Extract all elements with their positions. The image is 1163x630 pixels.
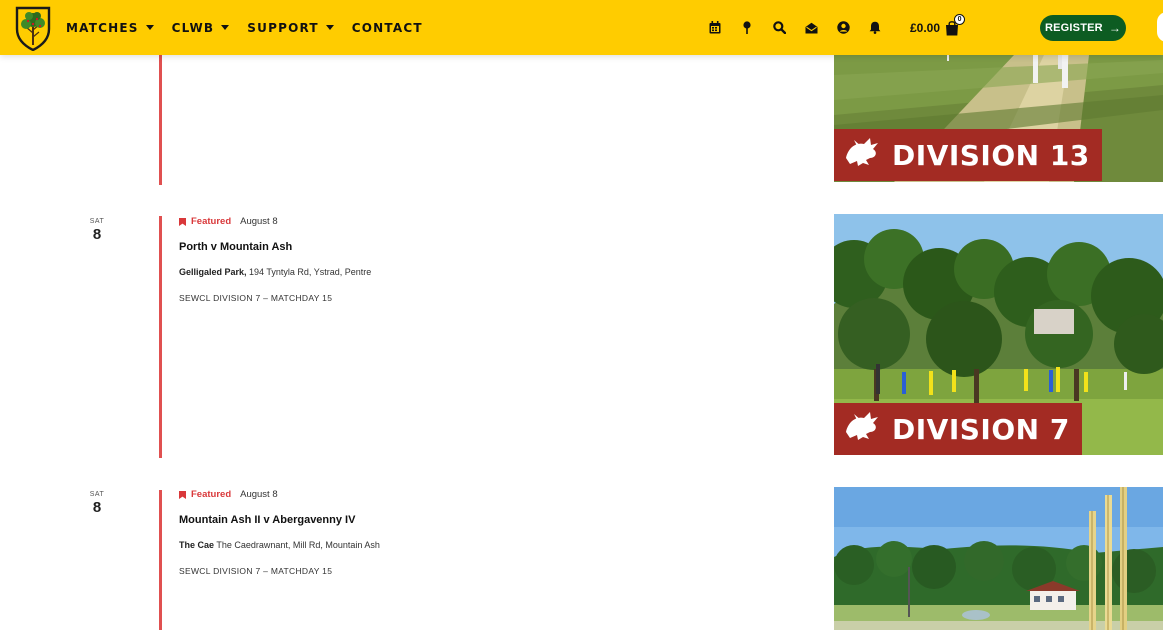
venue-address: 194 Tyntyla Rd, Ystrad, Pentre	[249, 267, 372, 277]
event-image[interactable]	[834, 487, 1163, 630]
division-banner-text: DIVISION 7	[892, 412, 1070, 446]
event-item: SAT 8 Featured August 8 Mountain Ash II …	[0, 465, 1163, 630]
search-icon[interactable]	[772, 21, 786, 35]
division-banner: DIVISION 7	[834, 403, 1082, 455]
venue-name: The Cae	[179, 540, 215, 550]
event-category: SEWCL DIVISION 7 – MATCHDAY 15	[179, 293, 333, 303]
header-icon-bar	[708, 0, 900, 55]
event-divider-rule	[159, 55, 162, 185]
register-button[interactable]: REGISTER →	[1040, 15, 1126, 41]
site-header: MATCHES CLWB SUPPORT CONTACT £0.00 0 REG…	[0, 0, 1163, 55]
event-divider-rule	[159, 216, 162, 458]
venue-name: Gelligaled Park,	[179, 267, 247, 277]
event-details: Featured August 8 Mountain Ash II v Aber…	[179, 489, 380, 576]
main-nav: MATCHES CLWB SUPPORT CONTACT	[66, 0, 441, 55]
bookmark-flag-icon	[179, 490, 186, 499]
club-crest-logo[interactable]	[14, 5, 52, 52]
featured-label: Featured	[191, 216, 232, 227]
featured-label: Featured	[191, 489, 232, 500]
event-item: SAT 8 Featured August 8 Porth v Mountain…	[0, 190, 1163, 465]
event-meta: Featured August 8	[179, 216, 371, 227]
chevron-down-icon	[145, 25, 154, 30]
event-venue: The Cae The Caedrawnant, Mill Rd, Mounta…	[179, 540, 380, 550]
nav-clwb[interactable]: CLWB	[172, 21, 230, 35]
arrow-right-icon: →	[1108, 21, 1122, 35]
division-banner-text: DIVISION 13	[892, 138, 1090, 172]
calendar-icon[interactable]	[708, 21, 722, 35]
event-meta: Featured August 8	[179, 489, 380, 500]
event-day-number: 8	[92, 499, 102, 516]
user-icon[interactable]	[836, 21, 850, 35]
event-day-number: 8	[92, 226, 102, 243]
event-date: SAT 8	[80, 491, 114, 516]
nav-clwb-label: CLWB	[171, 20, 215, 35]
chevron-down-icon	[221, 25, 230, 30]
sewcl-dragon-icon	[846, 138, 878, 166]
sewcl-dragon-icon	[846, 412, 878, 440]
register-label: REGISTER	[1044, 22, 1103, 34]
event-details: Featured August 8 Porth v Mountain Ash G…	[179, 216, 371, 303]
bell-icon[interactable]	[868, 21, 882, 35]
shopping-bag-icon: 0	[945, 13, 966, 36]
event-date-text: August 8	[240, 489, 278, 500]
nav-support-label: SUPPORT	[247, 20, 319, 35]
header-edge-pill	[1157, 12, 1163, 42]
event-day-of-week: SAT	[89, 218, 105, 225]
event-venue: Gelligaled Park, 194 Tyntyla Rd, Ystrad,…	[179, 267, 371, 277]
chevron-down-icon	[325, 25, 334, 30]
nav-support[interactable]: SUPPORT	[247, 20, 334, 35]
event-divider-rule	[159, 490, 162, 630]
nav-matches[interactable]: MATCHES	[66, 21, 154, 35]
map-pin-icon[interactable]	[740, 21, 754, 35]
event-date-text: August 8	[240, 216, 278, 227]
cart-count-badge: 0	[954, 13, 966, 25]
nav-contact[interactable]: CONTACT	[352, 21, 423, 35]
event-image[interactable]: DIVISION 7	[834, 214, 1163, 455]
bookmark-flag-icon	[179, 217, 186, 226]
event-date: SAT 8	[80, 218, 114, 243]
event-title-link[interactable]: Mountain Ash II v Abergavenny IV	[179, 514, 380, 526]
nav-contact-label: CONTACT	[351, 20, 423, 35]
venue-address: The Caedrawnant, Mill Rd, Mountain Ash	[216, 540, 380, 550]
division-banner: DIVISION 13	[834, 129, 1102, 181]
cart-button[interactable]: £0.00 0	[910, 0, 966, 55]
event-title-link[interactable]: Porth v Mountain Ash	[179, 241, 371, 253]
event-image[interactable]: DIVISION 13	[834, 55, 1163, 182]
nav-matches-label: MATCHES	[66, 20, 139, 35]
event-category: SEWCL DIVISION 7 – MATCHDAY 15	[179, 566, 333, 576]
envelope-icon[interactable]	[804, 21, 818, 35]
cart-total: £0.00	[910, 20, 941, 35]
event-day-of-week: SAT	[89, 491, 105, 498]
